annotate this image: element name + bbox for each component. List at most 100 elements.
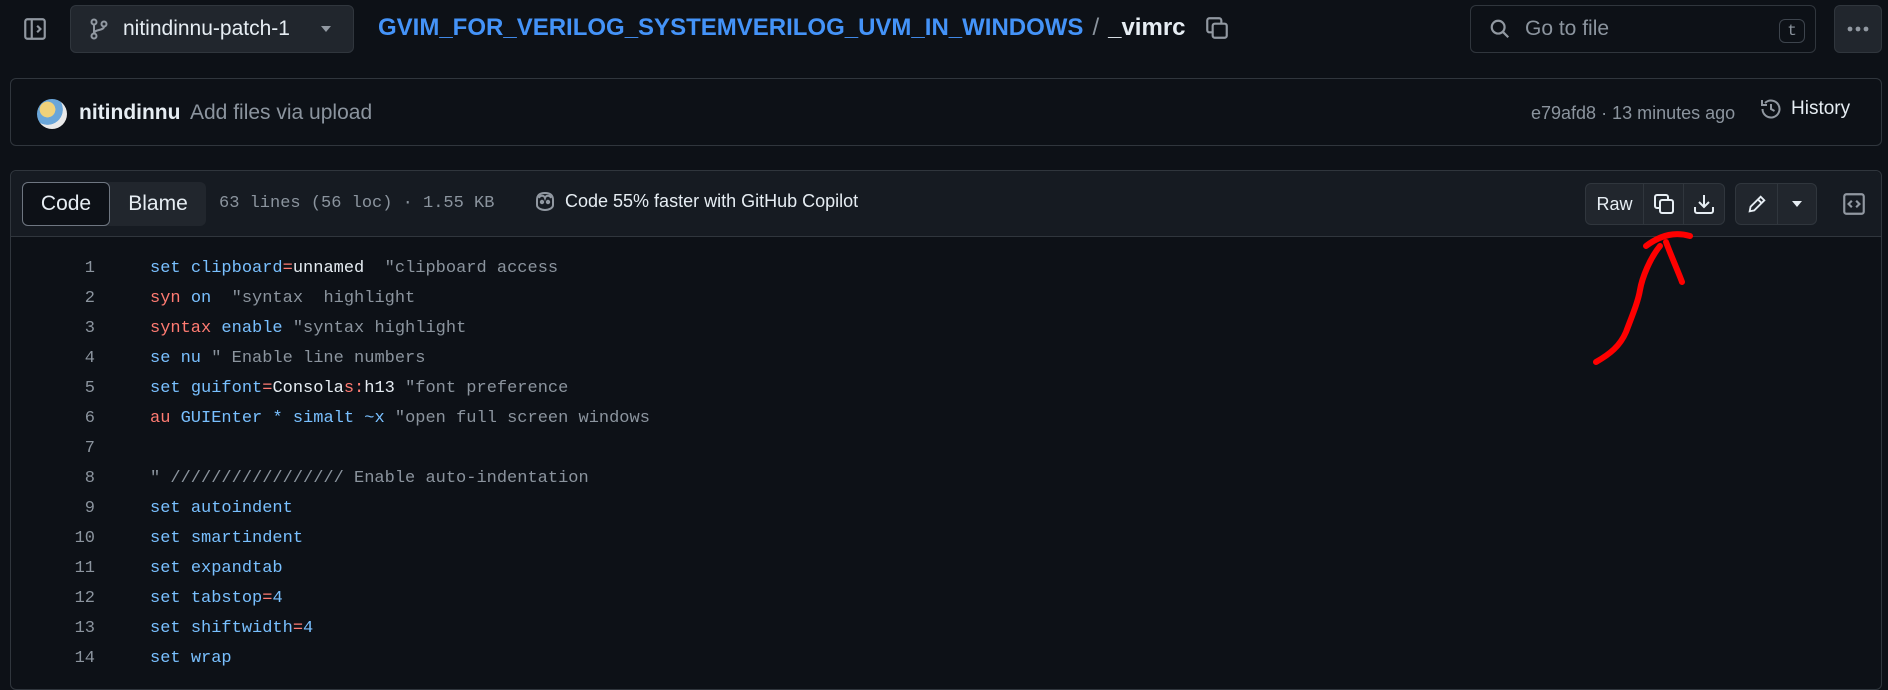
line-number[interactable]: 12 xyxy=(11,589,95,608)
raw-actions-group: Raw xyxy=(1585,183,1725,225)
code-token: "clipboard access xyxy=(384,258,559,278)
code-token: "syntax highlight xyxy=(231,288,416,308)
line-number[interactable]: 2 xyxy=(11,289,95,308)
history-button[interactable]: History xyxy=(1759,97,1850,121)
edit-dropdown-button[interactable] xyxy=(1778,184,1816,224)
line-number[interactable]: 11 xyxy=(11,559,95,578)
code-token: set xyxy=(150,648,181,668)
download-raw-button[interactable] xyxy=(1684,184,1724,224)
line-number[interactable]: 6 xyxy=(11,409,95,428)
copy-raw-button[interactable] xyxy=(1644,184,1684,224)
line-number[interactable]: 13 xyxy=(11,619,95,638)
code-line: 9 set autoindent xyxy=(11,493,1881,523)
code-token: h13 xyxy=(364,378,406,398)
code-token: tabstop xyxy=(190,588,263,608)
code-token: ~x xyxy=(364,408,385,428)
line-number[interactable]: 5 xyxy=(11,379,95,398)
line-source: set smartindent xyxy=(150,529,303,548)
chevron-down-icon xyxy=(319,22,333,36)
line-source: se nu " Enable line numbers xyxy=(150,349,425,368)
code-token: syn xyxy=(150,288,181,308)
file-info: 63 lines (56 loc) · 1.55 KB xyxy=(219,194,495,213)
symbols-panel-button[interactable] xyxy=(1833,183,1875,225)
code-token: set xyxy=(150,558,181,578)
code-line: 12 set tabstop=4 xyxy=(11,583,1881,613)
code-blame-toggle: Code Blame xyxy=(22,182,206,226)
commit-message-link[interactable]: Add files via upload xyxy=(190,101,372,125)
latest-commit-box: nitindinnu Add files via upload e79afd8 … xyxy=(10,78,1882,146)
raw-button[interactable]: Raw xyxy=(1586,184,1644,224)
commit-meta[interactable]: e79afd8 · 13 minutes ago xyxy=(1531,103,1735,124)
more-options-button[interactable] xyxy=(1834,5,1882,53)
line-number[interactable]: 1 xyxy=(11,259,95,278)
code-token: se xyxy=(150,348,171,368)
code-line: 8 " ///////////////// Enable auto-indenta… xyxy=(11,463,1881,493)
copy-path-icon[interactable] xyxy=(1204,15,1230,41)
search-icon xyxy=(1489,18,1511,40)
code-token: = xyxy=(262,588,273,608)
code-token: guifont xyxy=(190,378,263,398)
tab-blame[interactable]: Blame xyxy=(110,182,206,226)
line-number[interactable]: 9 xyxy=(11,499,95,518)
kebab-horizontal-icon xyxy=(1846,25,1870,33)
breadcrumb-repo-link[interactable]: GVIM_FOR_VERILOG_SYSTEMVERILOG_UVM_IN_WI… xyxy=(378,14,1083,42)
annotation-arrow-icon xyxy=(1580,228,1700,378)
line-source: set wrap xyxy=(150,649,232,668)
code-square-icon xyxy=(1841,191,1867,217)
code-token: on xyxy=(190,288,212,308)
code-token: = xyxy=(282,258,293,278)
copilot-promo-label: Code 55% faster with GitHub Copilot xyxy=(565,190,859,211)
keyboard-shortcut-hint: t xyxy=(1779,19,1805,43)
git-branch-icon xyxy=(89,18,109,40)
history-label: History xyxy=(1791,98,1851,119)
line-number[interactable]: 14 xyxy=(11,649,95,668)
chevron-down-icon xyxy=(1790,197,1804,211)
code-line: 6 au GUIEnter * simalt ~x "open full scre… xyxy=(11,403,1881,433)
branch-selector-button[interactable]: nitindinnu-patch-1 xyxy=(70,5,354,53)
line-number[interactable]: 4 xyxy=(11,349,95,368)
code-token: syntax xyxy=(150,318,212,338)
edit-file-button[interactable] xyxy=(1736,184,1778,224)
code-token: "font preference xyxy=(405,378,569,398)
sidebar-toggle-icon[interactable] xyxy=(18,12,52,46)
code-token: set xyxy=(150,588,181,608)
line-source: set shiftwidth=4 xyxy=(150,619,313,638)
history-icon xyxy=(1759,97,1783,121)
code-token: = xyxy=(292,618,304,638)
avatar[interactable] xyxy=(37,99,67,129)
code-token: " ///////////////// Enable auto-indentat… xyxy=(150,468,589,488)
code-line: 7 xyxy=(11,433,1881,463)
go-to-file-input[interactable]: Go to file t xyxy=(1470,5,1816,53)
code-token: set xyxy=(150,618,181,638)
copilot-promo-link[interactable]: Code 55% faster with GitHub Copilot xyxy=(533,190,858,212)
commit-author-link[interactable]: nitindinnu xyxy=(79,101,180,125)
code-line: 13 set shiftwidth=4 xyxy=(11,613,1881,643)
tab-code[interactable]: Code xyxy=(22,182,110,226)
breadcrumb: GVIM_FOR_VERILOG_SYSTEMVERILOG_UVM_IN_WI… xyxy=(378,14,1230,42)
code-token: enable xyxy=(221,318,283,338)
code-token: 4 xyxy=(272,588,283,608)
line-number[interactable]: 3 xyxy=(11,319,95,338)
line-number[interactable]: 8 xyxy=(11,469,95,488)
line-source: " ///////////////// Enable auto-indentat… xyxy=(150,469,589,488)
code-line: 10 set smartindent xyxy=(11,523,1881,553)
line-number[interactable]: 7 xyxy=(11,439,95,458)
go-to-file-placeholder: Go to file xyxy=(1525,17,1610,40)
code-token: set xyxy=(150,498,181,518)
code-token: nu xyxy=(180,348,202,368)
code-token: Consola xyxy=(272,378,344,398)
code-token: "syntax highlight xyxy=(292,318,467,338)
line-number[interactable]: 10 xyxy=(11,529,95,548)
